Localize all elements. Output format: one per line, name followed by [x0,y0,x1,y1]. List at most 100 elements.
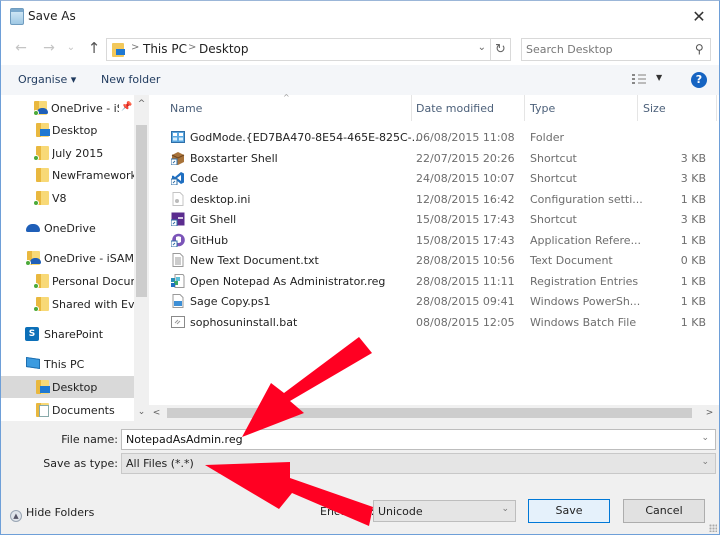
title-bar: Save As ✕ [1,1,719,33]
file-row[interactable]: Open Notepad As Administrator.reg 28/08/… [149,271,719,292]
file-name: Sage Copy.ps1 [190,295,271,308]
file-row[interactable]: GitHub 15/08/2015 17:43 Application Refe… [149,230,719,251]
file-row[interactable]: GodMode.{ED7BA470-8E54-465E-825C-... 06/… [149,127,719,148]
sidebar-item-label: Documents [52,404,115,417]
dialog-title: Save As [28,9,76,23]
save-as-type-select[interactable]: All Files (*.*) ⌄ [121,453,716,474]
organise-menu[interactable]: Organise ▾ [18,73,76,86]
save-as-type-value: All Files (*.*) [126,457,194,470]
scroll-up-icon[interactable]: ^ [134,97,149,111]
file-row[interactable]: desktop.ini 12/08/2015 16:42 Configurati… [149,189,719,210]
column-divider[interactable] [411,95,412,121]
search-box[interactable]: ⚲ [521,38,711,61]
column-divider[interactable] [524,95,525,121]
git-shell-shortcut-icon [171,212,185,226]
file-row[interactable]: Code 24/08/2015 10:07 Shortcut 3 KB [149,168,719,189]
sidebar-item-onedrive[interactable]: OneDrive [1,217,134,239]
refresh-button[interactable]: ↻ [490,39,510,60]
sidebar-item-label: Desktop [52,124,98,137]
forward-button[interactable]: → [39,38,59,58]
column-header-date-modified[interactable]: Date modified [416,95,494,121]
sidebar-item-desktop[interactable]: Desktop [1,119,134,141]
sidebar-item-sharepoint[interactable]: S SharePoint [1,323,134,345]
sidebar-item-desktop-selected[interactable]: Desktop [1,376,134,398]
chevron-down-icon[interactable]: ⌄ [701,433,709,443]
sidebar-item-v8[interactable]: V8 [1,187,134,209]
sync-ok-icon [33,110,39,116]
column-header-size[interactable]: Size [643,95,666,121]
up-button[interactable]: ↑ [84,38,104,58]
navigation-pane: OneDrive - iS 📌 Desktop July 2015 NewFra… [1,95,149,421]
scroll-down-icon[interactable]: ⌄ [134,405,149,419]
breadcrumb-this-pc[interactable]: This PC [143,42,187,56]
file-name-combobox[interactable]: ⌄ [121,429,716,450]
address-bar[interactable]: > This PC > Desktop ⌄ ↻ [106,38,511,61]
breadcrumb-separator: > [131,42,140,53]
save-button[interactable]: Save [528,499,610,523]
file-type: Shortcut [530,172,577,185]
pc-icon [26,357,40,369]
sync-ok-icon [33,155,39,161]
navigation-pane-scrollbar[interactable]: ^ ⌄ [134,95,149,421]
sidebar-item-this-pc[interactable]: This PC [1,353,134,375]
resize-grip[interactable] [709,524,717,532]
column-divider[interactable] [716,95,717,121]
search-icon[interactable]: ⚲ [695,42,704,56]
save-as-dialog: Save As ✕ ← → ⌄ ↑ > This PC > Desktop ⌄ … [0,0,720,535]
notepad-icon [10,8,24,25]
sidebar-item-onedrive-isams[interactable]: OneDrive - iSAMS [1,247,134,269]
powershell-file-icon [172,294,184,308]
address-dropdown-icon[interactable]: ⌄ [478,42,486,53]
file-row[interactable]: New Text Document.txt 28/08/2015 10:56 T… [149,250,719,271]
file-name: Boxstarter Shell [190,151,278,165]
file-date: 12/08/2015 16:42 [416,192,515,206]
sidebar-item-label: OneDrive - iSAMS [44,252,134,265]
sidebar-item-july-2015[interactable]: July 2015 [1,142,134,164]
breadcrumb-desktop[interactable]: Desktop [199,42,249,56]
desktop-folder-icon [112,43,125,57]
config-file-icon [172,191,184,206]
file-row[interactable]: Git Shell 15/08/2015 17:43 Shortcut 3 KB [149,209,719,230]
pin-icon[interactable]: 📌 [121,102,132,112]
file-list-horizontal-scrollbar[interactable]: < > [149,405,719,421]
close-button[interactable]: ✕ [687,5,711,29]
sync-ok-icon [33,283,39,289]
file-name: Open Notepad As Administrator.reg [190,274,386,288]
sidebar-item-onedrive-is[interactable]: OneDrive - iS 📌 [1,97,134,119]
file-row[interactable]: Boxstarter Shell 22/07/2015 20:26 Shortc… [149,148,719,169]
column-header-type[interactable]: Type [530,95,555,121]
column-header-name[interactable]: Name [170,95,202,121]
file-list: ^ Name Date modified Type Size GodMode.{… [149,93,719,405]
command-bar: Organise ▾ New folder ▼ ? [1,65,719,95]
sidebar-item-personal-documents[interactable]: Personal Documents [1,270,134,292]
back-button[interactable]: ← [11,38,31,58]
scrollbar-thumb[interactable] [136,125,147,297]
file-date: 15/08/2015 17:43 [416,213,515,226]
scroll-left-icon[interactable]: < [149,406,164,420]
recent-locations-button[interactable]: ⌄ [61,38,81,58]
file-type: Text Document [530,254,613,267]
new-folder-button[interactable]: New folder [101,73,160,86]
file-date: 28/08/2015 11:11 [416,274,515,288]
file-row[interactable]: sophosuninstall.bat 08/08/2015 12:05 Win… [149,312,719,333]
file-size: 1 KB [680,233,706,247]
column-divider[interactable] [637,95,638,121]
file-size: 1 KB [680,295,706,308]
file-size: 1 KB [680,192,706,206]
cancel-button[interactable]: Cancel [623,499,705,523]
encoding-select[interactable]: Unicode ⌄ [373,500,516,522]
scroll-right-icon[interactable]: > [702,406,717,420]
help-icon[interactable]: ? [691,72,707,88]
sidebar-item-documents[interactable]: Documents [1,399,134,421]
hide-folders-button[interactable]: ▲ Hide Folders [10,506,94,522]
file-row[interactable]: Sage Copy.ps1 28/08/2015 09:41 Windows P… [149,291,719,312]
sidebar-item-shared-with-everyone[interactable]: Shared with Everyone [1,293,134,315]
file-date: 28/08/2015 09:41 [416,295,515,308]
file-name-input[interactable] [126,432,686,447]
view-dropdown-icon[interactable]: ▼ [656,73,662,82]
search-input[interactable] [526,41,686,58]
collapse-up-icon: ▲ [10,510,22,522]
scrollbar-thumb[interactable] [167,408,692,418]
sidebar-item-newframework[interactable]: NewFramework [1,164,134,186]
view-details-icon[interactable] [632,74,646,86]
